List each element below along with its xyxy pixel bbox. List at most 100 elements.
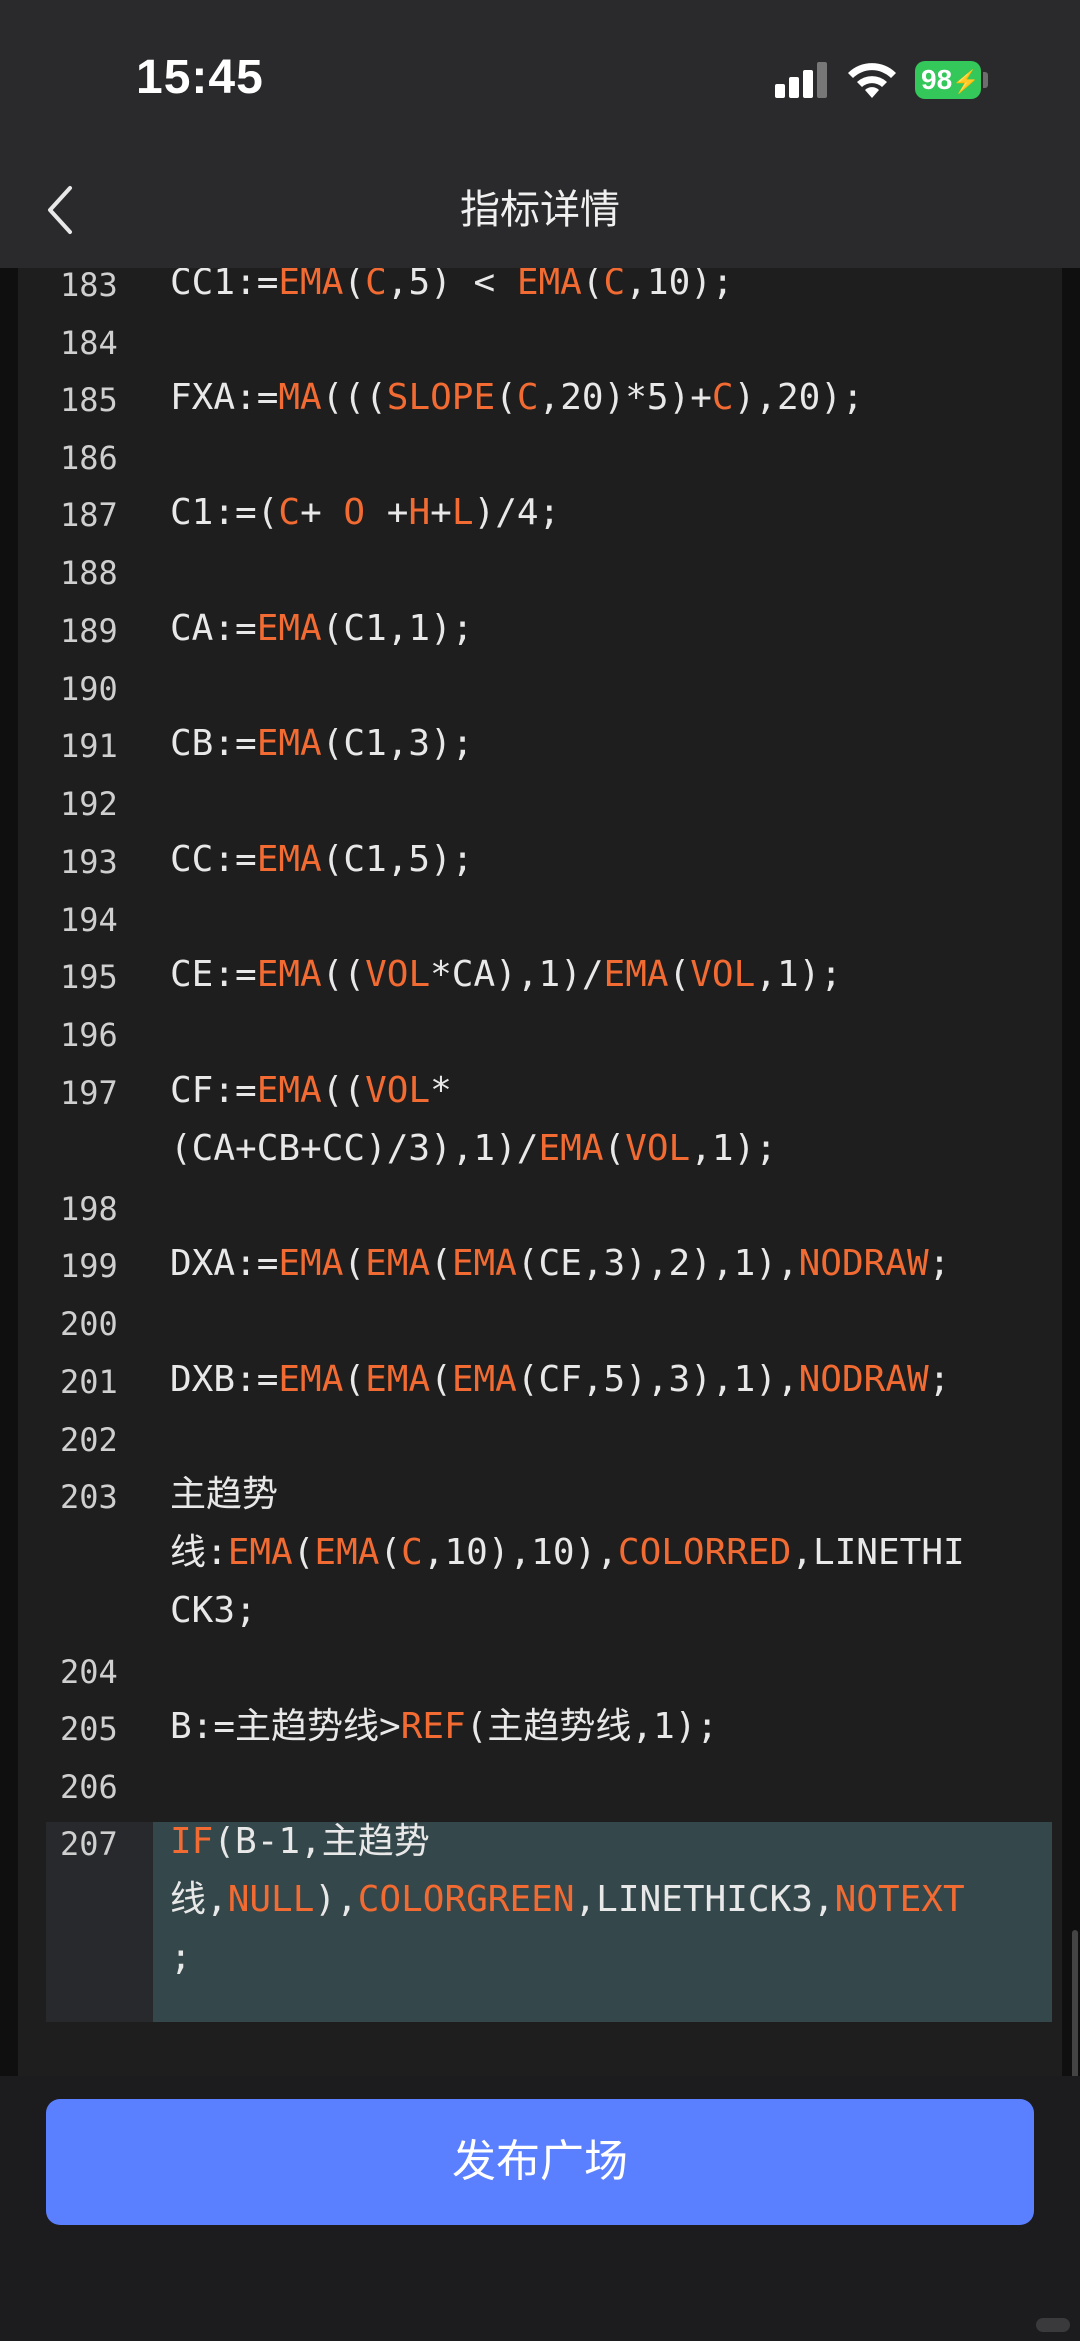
editor-right-edge <box>1062 268 1080 2076</box>
code-keyword: VOL <box>365 1070 431 1111</box>
line-number: 206 <box>60 1768 118 1806</box>
code-keyword: NULL <box>227 1879 315 1920</box>
code-text: CE:=EMA((VOL*CA),1)/EMA(VOL,1); <box>170 946 1042 1004</box>
code-token: ( <box>379 1532 402 1573</box>
code-keyword: EMA <box>365 1243 431 1284</box>
line-number: 186 <box>60 439 118 477</box>
editor-left-edge <box>0 268 18 2076</box>
code-token: B:=主趋势线> <box>170 1706 401 1747</box>
battery-icon: 98⚡ <box>915 61 981 99</box>
code-token: ( <box>668 954 691 995</box>
line-number: 183 <box>60 268 118 304</box>
code-keyword: VOL <box>690 954 756 995</box>
code-token: CC:= <box>170 839 257 880</box>
code-token: + <box>300 492 344 533</box>
line-number: 184 <box>60 324 118 362</box>
code-text: DXB:=EMA(EMA(EMA(CF,5),3),1),NODRAW; <box>170 1351 1042 1409</box>
code-token: + <box>430 492 452 533</box>
code-token: (C1,3); <box>321 723 474 764</box>
line-number: 207 <box>60 1825 118 1863</box>
line-number: 188 <box>60 554 118 592</box>
corner-badge <box>1036 2318 1070 2332</box>
code-token: )/4; <box>473 492 561 533</box>
code-keyword: EMA <box>314 1532 380 1573</box>
code-keyword: EMA <box>451 1243 517 1284</box>
code-token: FXA:= <box>170 377 279 418</box>
publish-to-square-button[interactable]: 发布广场 <box>46 2099 1034 2225</box>
status-time: 15:45 <box>136 51 264 104</box>
code-token: ( <box>603 1128 626 1169</box>
code-keyword: C <box>365 268 387 303</box>
code-token: CE:= <box>170 954 257 995</box>
code-token: DXA:= <box>170 1243 279 1284</box>
code-token: (主趋势线,1); <box>465 1706 719 1747</box>
code-keyword: EMA <box>516 268 582 303</box>
code-keyword: REF <box>400 1706 466 1747</box>
code-keyword: EMA <box>256 839 322 880</box>
code-text: IF(B-1,主趋势 线,NULL),COLORGREEN,LINETHICK3… <box>170 1813 1042 1987</box>
code-token: ; <box>928 1359 951 1400</box>
code-keyword: MA <box>278 377 322 418</box>
code-token: ( <box>430 1359 452 1400</box>
code-keyword: COLORRED <box>617 1532 792 1573</box>
line-number: 204 <box>60 1653 118 1691</box>
scrollbar[interactable] <box>1072 1930 1078 2080</box>
code-token: ( <box>343 268 366 303</box>
code-keyword: EMA <box>278 268 344 303</box>
code-editor[interactable]: 183 CC1:=EMA(C,5) < EMA(C,10); 184 185 FXA:=… <box>18 268 1062 2076</box>
code-text: C1:=(C+ O +H+L)/4; <box>170 484 1042 542</box>
battery-level: 98 <box>921 64 953 95</box>
code-keyword: C <box>401 1532 423 1573</box>
line-number: 205 <box>60 1710 118 1748</box>
code-keyword: EMA <box>256 723 322 764</box>
code-text: CF:=EMA((VOL* (CA+CB+CC)/3),1)/EMA(VOL,1… <box>170 1062 1042 1178</box>
code-token: ,10); <box>625 268 734 303</box>
code-keyword: C <box>603 268 626 303</box>
line-number: 185 <box>60 381 118 419</box>
code-token: (( <box>321 954 366 995</box>
code-keyword: COLORGREEN <box>357 1879 575 1920</box>
code-token: ), <box>314 1879 358 1920</box>
line-number: 197 <box>60 1074 118 1112</box>
code-keyword: EMA <box>256 608 322 649</box>
code-keyword: EMA <box>451 1359 517 1400</box>
code-text: CC:=EMA(C1,5); <box>170 831 1042 889</box>
code-token: ),20); <box>733 377 864 418</box>
line-number: 196 <box>60 1016 118 1054</box>
code-token: CB:= <box>170 723 257 764</box>
code-keyword: L <box>451 492 474 533</box>
code-token: (( <box>321 1070 366 1111</box>
code-token: ((( <box>321 377 387 418</box>
line-number: 189 <box>60 612 118 650</box>
code-keyword: C <box>516 377 539 418</box>
line-number: 187 <box>60 496 118 534</box>
code-keyword: EMA <box>256 1070 322 1111</box>
code-token: ( <box>430 1243 452 1284</box>
battery-cap <box>983 72 988 88</box>
code-keyword: VOL <box>625 1128 691 1169</box>
code-token: C1:=( <box>170 492 279 533</box>
code-token: ,5) < <box>386 268 517 303</box>
code-keyword: EMA <box>278 1359 344 1400</box>
code-keyword: EMA <box>227 1532 293 1573</box>
code-text: FXA:=MA(((SLOPE(C,20)*5)+C),20); <box>170 369 1042 427</box>
code-keyword: VOL <box>365 954 431 995</box>
line-number: 192 <box>60 785 118 823</box>
code-keyword: EMA <box>603 954 669 995</box>
code-token: *CA),1)/ <box>430 954 604 995</box>
code-token: ,20)*5)+ <box>538 377 712 418</box>
code-keyword: EMA <box>365 1359 431 1400</box>
code-token: ,10),10), <box>422 1532 618 1573</box>
code-keyword: O <box>343 492 366 533</box>
cellular-signal-icon <box>775 62 827 98</box>
code-token: (CE,3),2),1), <box>516 1243 799 1284</box>
line-number: 201 <box>60 1363 118 1401</box>
code-text: DXA:=EMA(EMA(EMA(CE,3),2),1),NODRAW; <box>170 1235 1042 1293</box>
line-number: 194 <box>60 901 118 939</box>
code-token: ( <box>581 268 604 303</box>
code-keyword: H <box>408 492 431 533</box>
wifi-icon <box>848 63 896 98</box>
code-token: CA:= <box>170 608 257 649</box>
code-token: (C1,1); <box>321 608 474 649</box>
code-token: ,1); <box>755 954 842 995</box>
